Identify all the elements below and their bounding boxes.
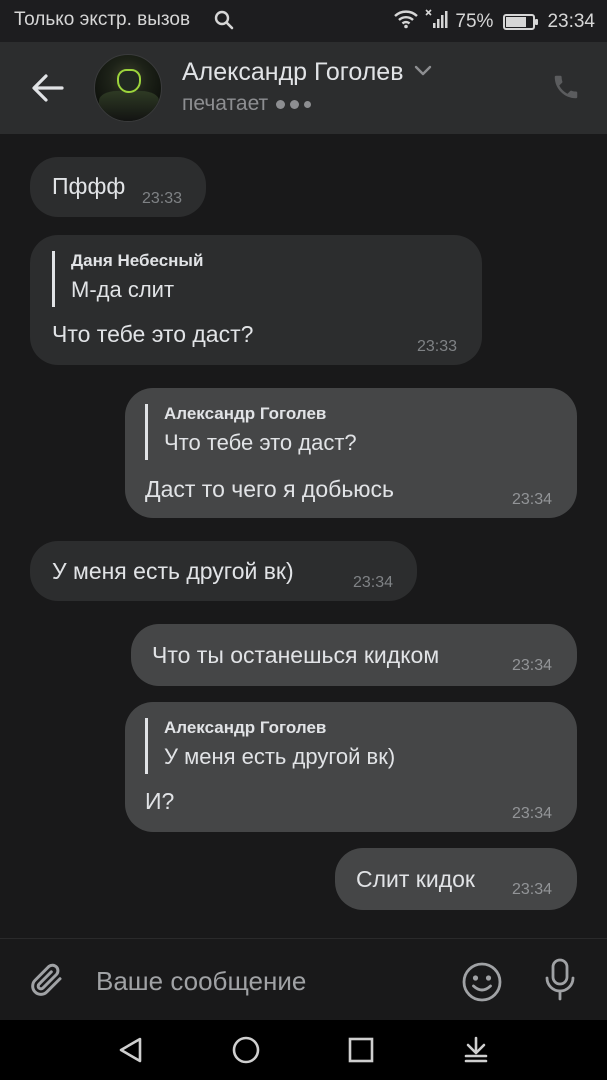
message-composer: Ваше сообщение — [0, 938, 607, 1020]
chat-header: Александр Гоголев печатает — [0, 42, 607, 134]
carrier-text: Только экстр. вызов — [14, 9, 191, 30]
message-text: Даст то чего я добьюсь — [145, 476, 395, 502]
message-bubble[interactable]: Даня Небесный М-да слит Что тебе это дас… — [30, 235, 482, 365]
reply-quote[interactable]: Александр Гоголев У меня есть другой вк) — [145, 718, 395, 774]
nav-notifications-icon[interactable] — [461, 1035, 491, 1070]
reply-text: У меня есть другой вк) — [164, 744, 396, 769]
message-bubble[interactable]: Александр Гоголев Что тебе это даст? Дас… — [125, 388, 577, 518]
phone-icon[interactable] — [551, 72, 581, 107]
message-time: 23:33 — [417, 338, 458, 355]
message-input[interactable]: Ваше сообщение — [96, 966, 306, 997]
reply-author: Даня Небесный — [71, 251, 204, 270]
avatar[interactable] — [94, 54, 162, 122]
message-text: Что тебе это даст? — [52, 321, 254, 347]
chevron-down-icon — [414, 64, 432, 82]
status-time: 23:34 — [547, 11, 595, 32]
reply-quote[interactable]: Даня Небесный М-да слит — [52, 251, 203, 307]
message-bubble[interactable]: Что ты останешься кидком 23:34 — [131, 624, 577, 686]
avatar-body — [99, 91, 159, 121]
paperclip-icon[interactable] — [30, 961, 66, 1006]
reply-author: Александр Гоголев — [164, 404, 327, 423]
reply-author: Александр Гоголев — [164, 718, 327, 737]
contact-title[interactable]: Александр Гоголев — [182, 58, 432, 87]
search-icon — [214, 10, 234, 36]
nav-home-icon[interactable] — [230, 1035, 262, 1070]
message-time: 23:34 — [512, 657, 553, 674]
battery-percent: 75% — [455, 11, 494, 32]
message-text: Пффф — [52, 173, 126, 199]
message-text: Что ты останешься кидком — [152, 642, 440, 668]
typing-status: печатает — [182, 92, 312, 116]
avatar-mask — [117, 69, 141, 93]
message-text: И? — [145, 788, 175, 814]
back-arrow-icon[interactable] — [28, 70, 68, 106]
typing-status-text: печатает — [182, 92, 269, 115]
battery-icon — [503, 14, 539, 30]
status-bar: Только экстр. вызов 75% 23:34 — [0, 0, 607, 42]
message-time: 23:34 — [512, 491, 553, 508]
message-time: 23:34 — [512, 805, 553, 822]
signal-icon — [425, 9, 449, 35]
status-bar-right: 75% 23:34 — [393, 9, 595, 35]
microphone-icon[interactable] — [544, 957, 576, 1008]
typing-dots-icon — [276, 99, 312, 109]
nav-back-icon[interactable] — [116, 1035, 146, 1070]
battery-level — [506, 17, 526, 27]
message-time: 23:33 — [142, 190, 183, 207]
message-time: 23:34 — [512, 881, 553, 898]
smile-icon[interactable] — [460, 960, 504, 1009]
message-list[interactable]: Пффф 23:33 Даня Небесный М-да слит Что т… — [0, 134, 607, 938]
reply-quote[interactable]: Александр Гоголев Что тебе это даст? — [145, 404, 357, 460]
reply-text: Что тебе это даст? — [164, 430, 357, 455]
wifi-icon — [393, 9, 419, 35]
nav-recents-icon[interactable] — [347, 1035, 375, 1070]
message-bubble[interactable]: У меня есть другой вк) 23:34 — [30, 541, 417, 601]
message-bubble[interactable]: Александр Гоголев У меня есть другой вк)… — [125, 702, 577, 832]
message-text: У меня есть другой вк) — [52, 558, 294, 584]
reply-text: М-да слит — [71, 277, 175, 302]
system-navbar — [0, 1020, 607, 1080]
message-bubble[interactable]: Пффф 23:33 — [30, 157, 206, 217]
message-text: Слит кидок — [356, 866, 475, 892]
contact-name: Александр Гоголев — [182, 58, 404, 86]
message-bubble[interactable]: Слит кидок 23:34 — [335, 848, 577, 910]
message-time: 23:34 — [353, 574, 394, 591]
